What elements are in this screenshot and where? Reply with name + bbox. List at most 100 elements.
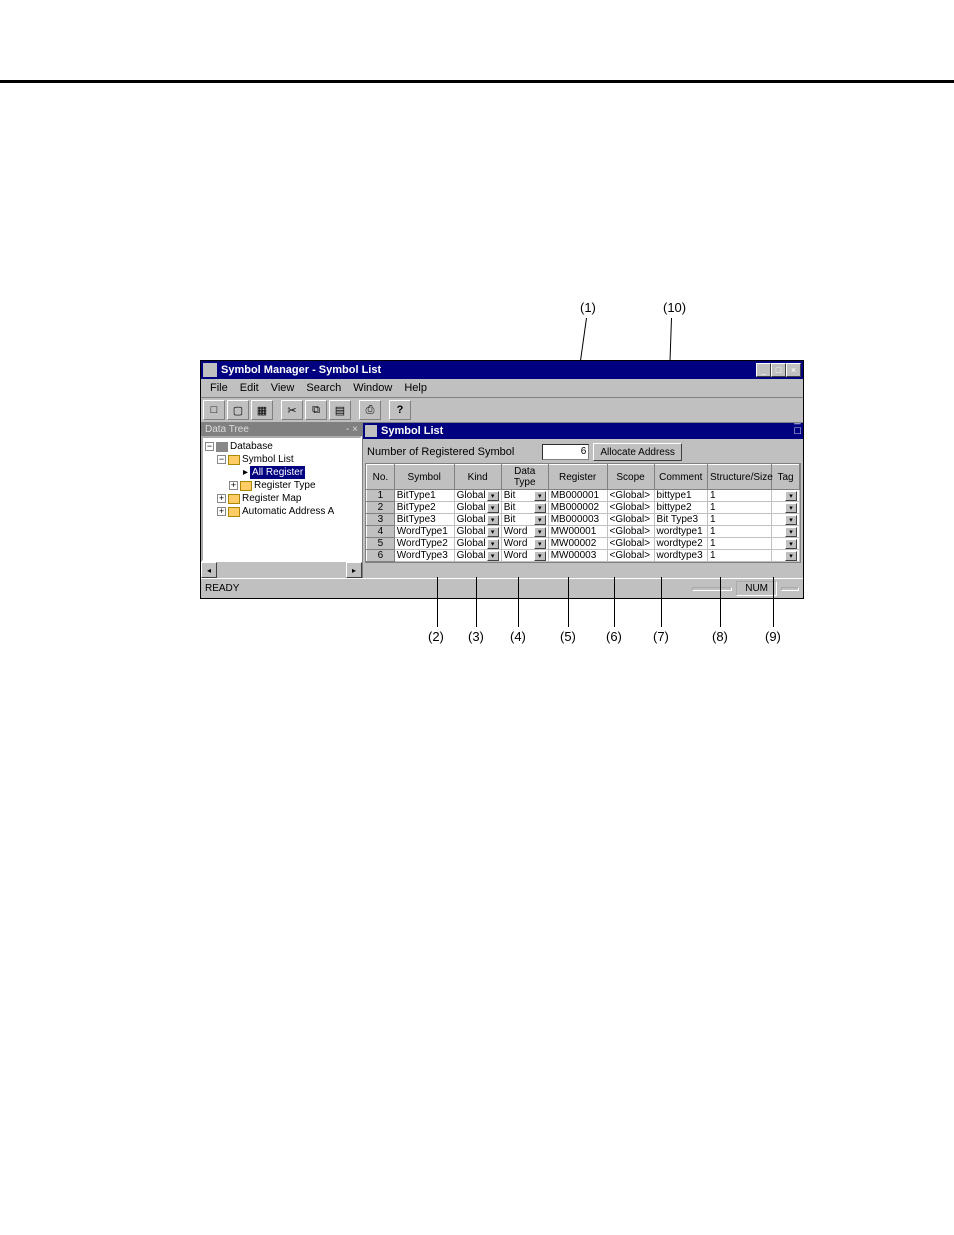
tool-print[interactable]: ⎙: [359, 400, 381, 420]
cell-no[interactable]: 5: [367, 538, 395, 550]
cell-symbol[interactable]: BitType1: [394, 490, 454, 502]
cell-register[interactable]: MB000002: [548, 502, 607, 514]
col-register[interactable]: Register: [548, 465, 607, 490]
chevron-down-icon[interactable]: ▾: [487, 551, 499, 561]
cell-struct[interactable]: 1: [708, 502, 772, 514]
cell-scope[interactable]: <Global>: [607, 490, 654, 502]
chevron-down-icon[interactable]: ▾: [487, 515, 499, 525]
chevron-down-icon[interactable]: ▾: [487, 527, 499, 537]
cell-comment[interactable]: wordtype1: [654, 526, 707, 538]
cell-tag[interactable]: ▾: [772, 502, 800, 514]
menu-window[interactable]: Window: [348, 381, 397, 395]
tree-node-database[interactable]: Database: [230, 440, 273, 453]
cell-symbol[interactable]: BitType2: [394, 502, 454, 514]
chevron-down-icon[interactable]: ▾: [534, 551, 546, 561]
chevron-down-icon[interactable]: ▾: [785, 527, 797, 537]
cell-struct[interactable]: 1: [708, 490, 772, 502]
table-row[interactable]: 3BitType3Global▾Bit▾MB000003<Global>Bit …: [367, 514, 800, 526]
cell-kind[interactable]: Global▾: [454, 526, 501, 538]
cell-scope[interactable]: <Global>: [607, 538, 654, 550]
allocate-address-button[interactable]: Allocate Address: [593, 443, 682, 461]
cell-comment[interactable]: wordtype3: [654, 550, 707, 562]
cell-scope[interactable]: <Global>: [607, 502, 654, 514]
cell-tag[interactable]: ▾: [772, 538, 800, 550]
child-minimize-button[interactable]: _: [794, 413, 801, 425]
cell-comment[interactable]: wordtype2: [654, 538, 707, 550]
menu-search[interactable]: Search: [301, 381, 346, 395]
cell-register[interactable]: MW00003: [548, 550, 607, 562]
table-row[interactable]: 1BitType1Global▾Bit▾MB000001<Global>bitt…: [367, 490, 800, 502]
col-no[interactable]: No.: [367, 465, 395, 490]
cell-no[interactable]: 1: [367, 490, 395, 502]
tool-save[interactable]: ▦: [251, 400, 273, 420]
expand-icon[interactable]: −: [217, 455, 226, 464]
cell-struct[interactable]: 1: [708, 514, 772, 526]
cell-dtype[interactable]: Word▾: [501, 526, 548, 538]
chevron-down-icon[interactable]: ▾: [487, 539, 499, 549]
cell-register[interactable]: MB000001: [548, 490, 607, 502]
cell-dtype[interactable]: Bit▾: [501, 502, 548, 514]
cell-kind[interactable]: Global▾: [454, 490, 501, 502]
tree-node-auto-address[interactable]: Automatic Address A: [242, 505, 334, 518]
maximize-button[interactable]: □: [771, 363, 786, 377]
menu-edit[interactable]: Edit: [235, 381, 264, 395]
col-scope[interactable]: Scope: [607, 465, 654, 490]
cell-no[interactable]: 2: [367, 502, 395, 514]
tool-new[interactable]: □: [203, 400, 225, 420]
close-button[interactable]: ×: [786, 363, 801, 377]
col-symbol[interactable]: Symbol: [394, 465, 454, 490]
menu-help[interactable]: Help: [399, 381, 432, 395]
tree[interactable]: −Database −Symbol List ▸All Register +Re…: [201, 436, 362, 562]
cell-struct[interactable]: 1: [708, 526, 772, 538]
expand-icon[interactable]: −: [205, 442, 214, 451]
col-comment[interactable]: Comment: [654, 465, 707, 490]
col-kind[interactable]: Kind: [454, 465, 501, 490]
chevron-down-icon[interactable]: ▾: [785, 515, 797, 525]
cell-dtype[interactable]: Bit▾: [501, 514, 548, 526]
cell-symbol[interactable]: WordType3: [394, 550, 454, 562]
cell-comment[interactable]: Bit Type3: [654, 514, 707, 526]
chevron-down-icon[interactable]: ▾: [785, 503, 797, 513]
cell-dtype[interactable]: Word▾: [501, 550, 548, 562]
cell-tag[interactable]: ▾: [772, 514, 800, 526]
tree-node-all-register[interactable]: All Register: [250, 466, 305, 479]
tool-paste[interactable]: ▤: [329, 400, 351, 420]
cell-dtype[interactable]: Word▾: [501, 538, 548, 550]
symbol-grid[interactable]: No. Symbol Kind Data Type Register Scope…: [365, 463, 801, 563]
cell-kind[interactable]: Global▾: [454, 550, 501, 562]
cell-symbol[interactable]: BitType3: [394, 514, 454, 526]
cell-register[interactable]: MW00001: [548, 526, 607, 538]
expand-icon[interactable]: +: [217, 507, 226, 516]
minimize-button[interactable]: _: [756, 363, 771, 377]
cell-symbol[interactable]: WordType2: [394, 538, 454, 550]
cell-no[interactable]: 4: [367, 526, 395, 538]
cell-scope[interactable]: <Global>: [607, 550, 654, 562]
chevron-down-icon[interactable]: ▾: [785, 539, 797, 549]
chevron-down-icon[interactable]: ▾: [534, 503, 546, 513]
expand-icon[interactable]: +: [217, 494, 226, 503]
chevron-down-icon[interactable]: ▾: [785, 491, 797, 501]
menu-file[interactable]: File: [205, 381, 233, 395]
chevron-down-icon[interactable]: ▾: [785, 551, 797, 561]
chevron-down-icon[interactable]: ▾: [487, 503, 499, 513]
cell-dtype[interactable]: Bit▾: [501, 490, 548, 502]
cell-comment[interactable]: bittype1: [654, 490, 707, 502]
tree-pin-icon[interactable]: - ×: [346, 424, 358, 435]
cell-kind[interactable]: Global▾: [454, 538, 501, 550]
cell-symbol[interactable]: WordType1: [394, 526, 454, 538]
cell-no[interactable]: 3: [367, 514, 395, 526]
cell-scope[interactable]: <Global>: [607, 526, 654, 538]
scroll-right-icon[interactable]: ▸: [346, 562, 362, 578]
cell-tag[interactable]: ▾: [772, 550, 800, 562]
scroll-left-icon[interactable]: ◂: [201, 562, 217, 578]
tree-node-register-type[interactable]: Register Type: [254, 479, 316, 492]
cell-tag[interactable]: ▾: [772, 490, 800, 502]
cell-register[interactable]: MW00002: [548, 538, 607, 550]
cell-register[interactable]: MB000003: [548, 514, 607, 526]
cell-kind[interactable]: Global▾: [454, 514, 501, 526]
table-row[interactable]: 5WordType2Global▾Word▾MW00002<Global>wor…: [367, 538, 800, 550]
menu-view[interactable]: View: [266, 381, 300, 395]
cell-no[interactable]: 6: [367, 550, 395, 562]
tool-cut[interactable]: ✂: [281, 400, 303, 420]
tree-node-symbol-list[interactable]: Symbol List: [242, 453, 294, 466]
